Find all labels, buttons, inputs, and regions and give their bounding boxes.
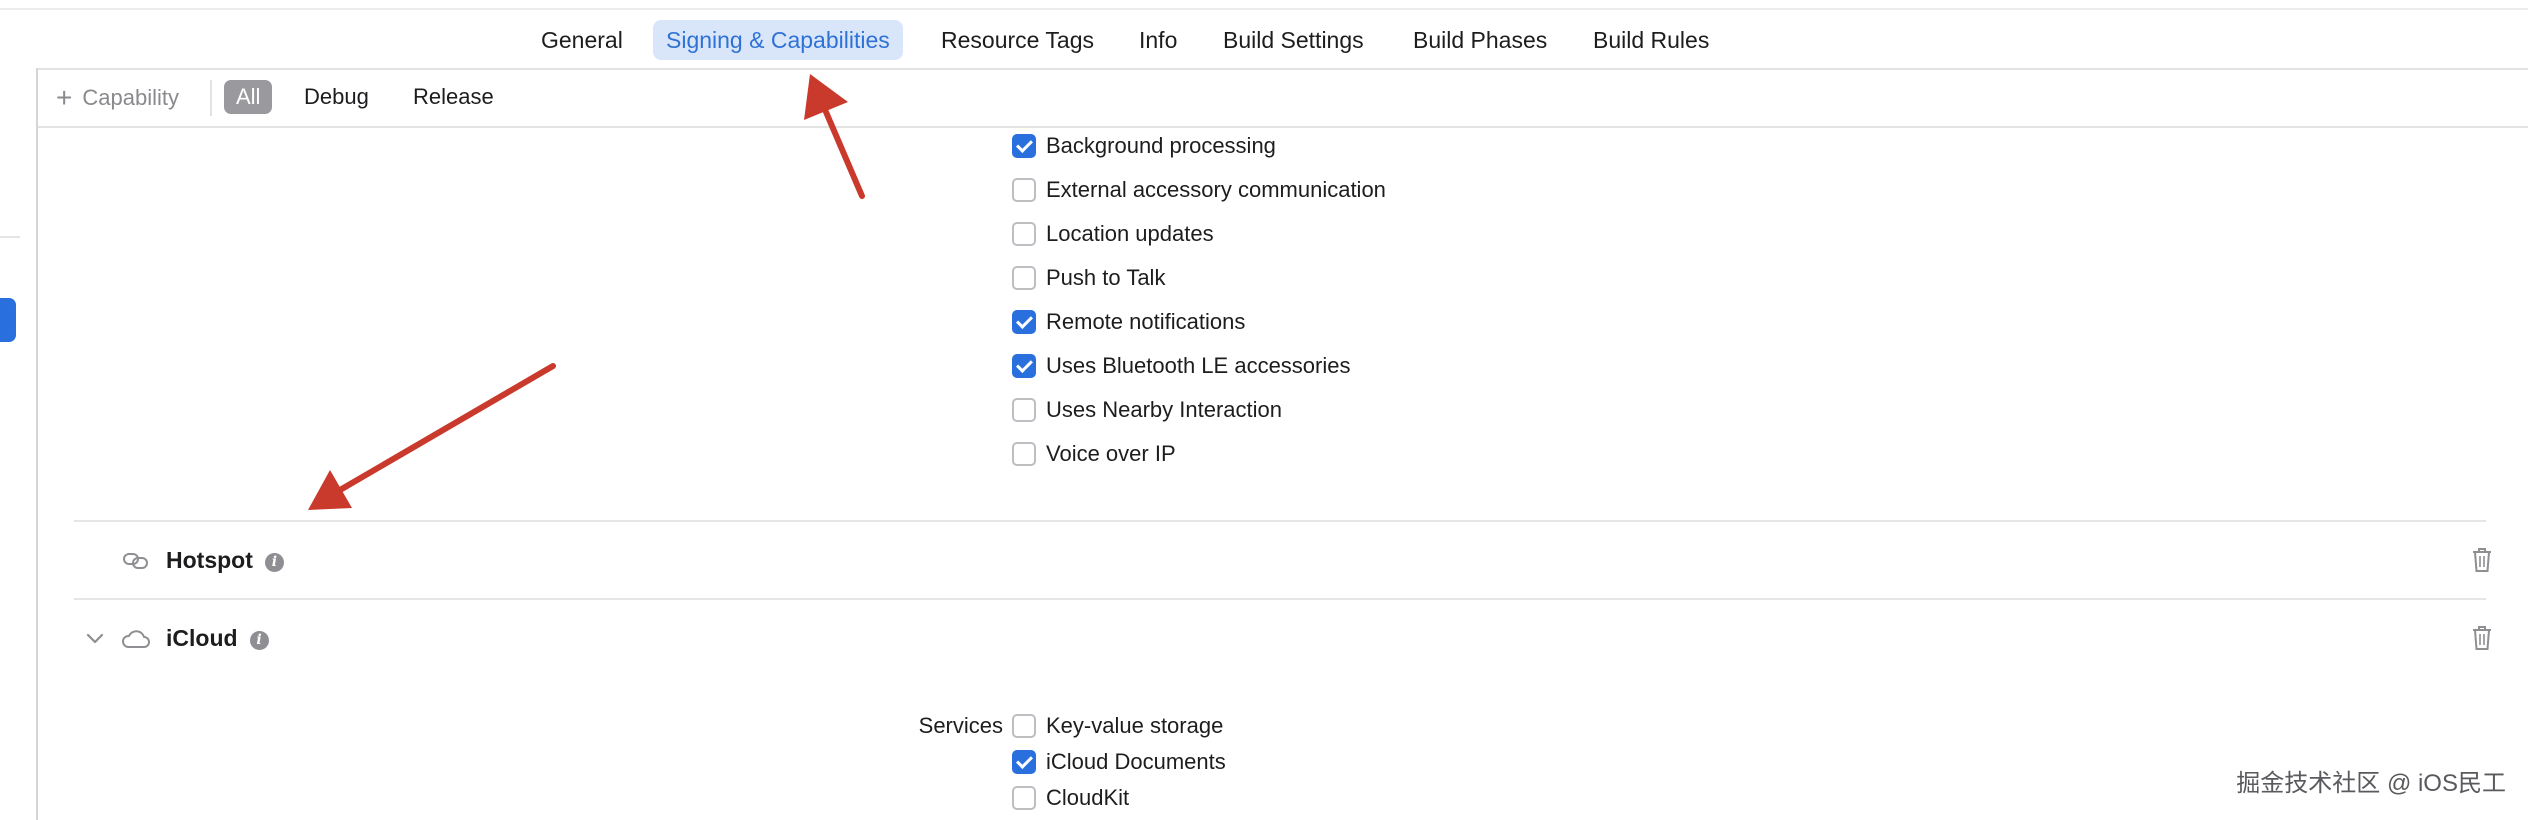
trash-icon[interactable]	[2470, 546, 2494, 574]
icloud-service-documents[interactable]: iCloud Documents	[1012, 747, 1226, 777]
checkbox-label: Key-value storage	[1046, 713, 1224, 738]
checkbox-label: iCloud Documents	[1046, 749, 1226, 774]
arrow-to-hotspot	[308, 363, 556, 510]
editor-tab-bar: General Signing & Capabilities Resource …	[0, 0, 2528, 70]
capability-icloud: iCloud i	[166, 622, 269, 654]
info-icon[interactable]: i	[264, 553, 284, 572]
tab-build-settings[interactable]: Build Settings	[1210, 20, 1377, 60]
bg-mode-voice-over-ip[interactable]: Voice over IP	[1012, 439, 1176, 469]
checkbox[interactable]	[1012, 266, 1036, 290]
tab-build-phases[interactable]: Build Phases	[1400, 20, 1560, 60]
icloud-service-cloudkit[interactable]: CloudKit	[1012, 783, 1129, 813]
targets-sidebar	[0, 68, 38, 820]
segment-all[interactable]: All	[224, 80, 273, 114]
checkbox[interactable]	[1012, 134, 1036, 158]
checkbox-label: External accessory communication	[1046, 177, 1386, 202]
checkbox[interactable]	[1012, 354, 1036, 378]
segment-debug[interactable]: Debug	[292, 80, 381, 114]
capability-title: Hotspot	[166, 547, 253, 573]
checkbox-label: Remote notifications	[1046, 309, 1246, 334]
capability-title: iCloud	[166, 625, 238, 651]
checkbox[interactable]	[1012, 310, 1036, 334]
chevron-down-icon[interactable]	[84, 628, 106, 650]
capability-hotspot: Hotspot i	[166, 544, 284, 576]
bg-mode-push-to-talk[interactable]: Push to Talk	[1012, 263, 1165, 293]
filter-divider	[210, 80, 212, 116]
bg-mode-background-processing[interactable]: Background processing	[1012, 131, 1276, 161]
tab-info[interactable]: Info	[1126, 20, 1190, 60]
plus-icon: +	[56, 82, 73, 113]
tab-signing-capabilities[interactable]: Signing & Capabilities	[653, 20, 903, 60]
tab-resource-tags[interactable]: Resource Tags	[928, 20, 1107, 60]
bg-mode-location-updates[interactable]: Location updates	[1012, 219, 1214, 249]
tab-general[interactable]: General	[528, 20, 636, 60]
checkbox-label: CloudKit	[1046, 785, 1130, 810]
capability-filter-bar: + Capability All Debug Release	[38, 70, 2528, 128]
sidebar-selected-target[interactable]	[0, 298, 16, 342]
sidebar-separator	[0, 236, 20, 238]
link-icon	[123, 553, 148, 569]
tab-build-rules[interactable]: Build Rules	[1580, 20, 1722, 60]
bg-mode-bluetooth-le[interactable]: Uses Bluetooth LE accessories	[1012, 351, 1351, 381]
checkbox[interactable]	[1012, 750, 1036, 774]
checkbox-label: Location updates	[1046, 221, 1214, 246]
bg-mode-external-accessory[interactable]: External accessory communication	[1012, 175, 1386, 205]
checkbox-label: Voice over IP	[1046, 441, 1176, 466]
icloud-service-key-value[interactable]: Key-value storage	[1012, 711, 1223, 741]
checkbox[interactable]	[1012, 222, 1036, 246]
window-divider	[0, 8, 2528, 10]
info-icon[interactable]: i	[249, 631, 269, 650]
watermark: 掘金技术社区 @ iOS民工	[2236, 770, 2506, 797]
services-label: Services	[918, 713, 1003, 738]
add-capability-label: Capability	[82, 85, 179, 110]
checkbox[interactable]	[1012, 786, 1036, 810]
cloud-icon	[122, 630, 150, 648]
trash-icon[interactable]	[2470, 624, 2494, 652]
section-divider	[74, 520, 2486, 522]
checkbox-label: Uses Bluetooth LE accessories	[1046, 353, 1351, 378]
checkbox-label: Uses Nearby Interaction	[1046, 397, 1282, 422]
add-capability-button[interactable]: + Capability	[56, 80, 179, 116]
checkbox[interactable]	[1012, 178, 1036, 202]
checkbox-label: Push to Talk	[1046, 265, 1166, 290]
checkbox[interactable]	[1012, 398, 1036, 422]
checkbox[interactable]	[1012, 714, 1036, 738]
bg-mode-remote-notifications[interactable]: Remote notifications	[1012, 307, 1245, 337]
section-divider	[74, 598, 2486, 600]
bg-mode-nearby-interaction[interactable]: Uses Nearby Interaction	[1012, 395, 1282, 425]
segment-release[interactable]: Release	[401, 80, 506, 114]
checkbox-label: Background processing	[1046, 133, 1276, 158]
checkbox[interactable]	[1012, 442, 1036, 466]
